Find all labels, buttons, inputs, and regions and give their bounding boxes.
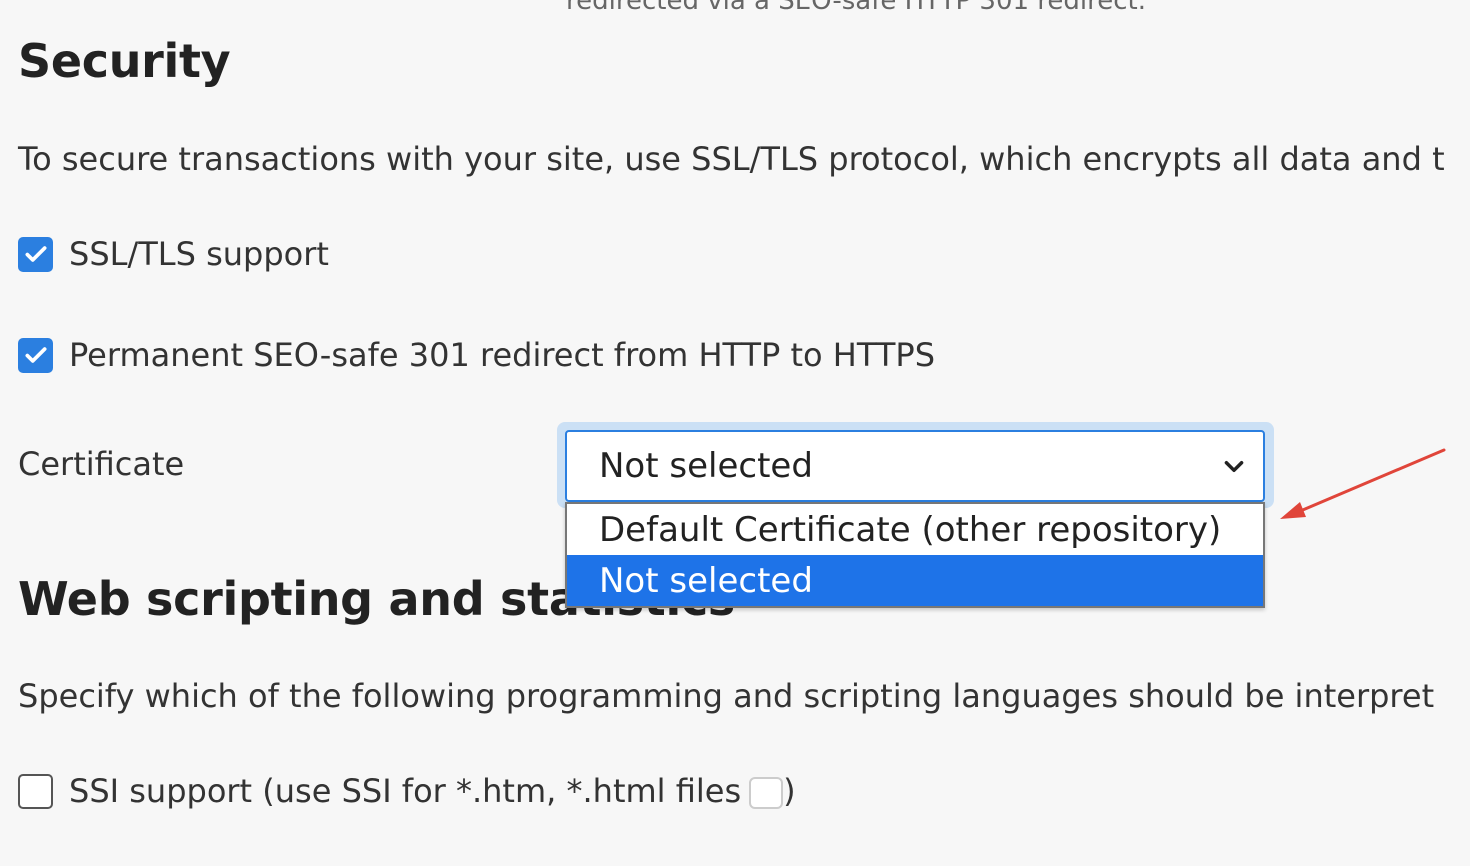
certificate-label: Certificate xyxy=(18,445,185,483)
checkmark-icon xyxy=(24,246,47,262)
https-redirect-label: Permanent SEO-safe 301 redirect from HTT… xyxy=(69,336,935,374)
checkmark-icon xyxy=(24,347,47,363)
ssl-tls-label: SSL/TLS support xyxy=(69,235,329,273)
security-description: To secure transactions with your site, u… xyxy=(18,140,1445,178)
ssi-support-checkbox[interactable] xyxy=(18,773,53,809)
certificate-option-default[interactable]: Default Certificate (other repository) xyxy=(567,504,1263,555)
ssi-support-label-suffix: ) xyxy=(783,772,796,810)
html-files-checkbox[interactable] xyxy=(749,777,784,809)
security-heading: Security xyxy=(18,34,231,88)
https-redirect-option[interactable]: Permanent SEO-safe 301 redirect from HTT… xyxy=(18,336,935,374)
ssi-support-label: SSI support (use SSI for *.htm, *.html f… xyxy=(69,772,796,810)
chevron-down-icon xyxy=(1221,453,1247,479)
ssi-support-label-text: SSI support (use SSI for *.htm, *.html f… xyxy=(69,772,742,810)
certificate-option-not-selected[interactable]: Not selected xyxy=(567,555,1263,606)
certificate-select[interactable]: Not selected xyxy=(565,430,1265,502)
web-scripting-description: Specify which of the following programmi… xyxy=(18,677,1435,715)
ssi-support-option[interactable]: SSI support (use SSI for *.htm, *.html f… xyxy=(18,772,796,810)
previous-section-text: redirected via a SEO-safe HTTP 301 redir… xyxy=(566,0,1147,16)
ssl-tls-support-option[interactable]: SSL/TLS support xyxy=(18,235,329,273)
certificate-dropdown-list: Default Certificate (other repository) N… xyxy=(565,502,1265,608)
hosting-settings-page: redirected via a SEO-safe HTTP 301 redir… xyxy=(0,0,1470,866)
certificate-select-value: Not selected xyxy=(599,446,813,486)
https-redirect-checkbox[interactable] xyxy=(18,337,53,373)
ssl-tls-checkbox[interactable] xyxy=(18,236,53,272)
